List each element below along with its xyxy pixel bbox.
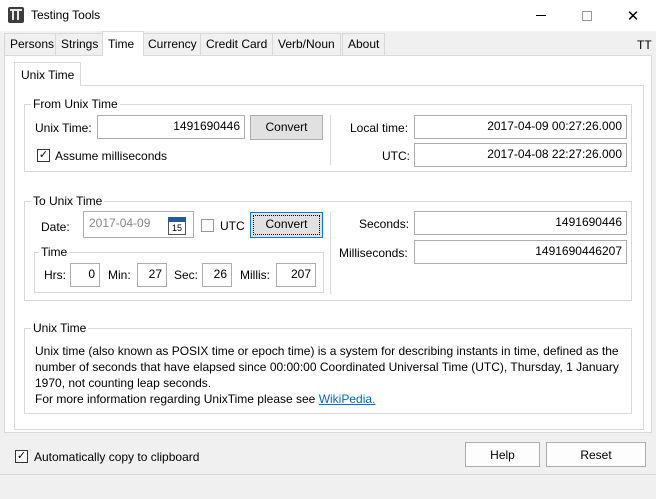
utc-checkbox-label: UTC <box>220 219 245 233</box>
unix-time-label: Unix Time: <box>35 121 92 135</box>
minimize-icon <box>536 15 546 16</box>
utc-checkbox[interactable] <box>201 219 214 232</box>
milliseconds-output[interactable]: 1491690446207 <box>414 240 627 264</box>
reset-button[interactable]: Reset <box>546 442 646 467</box>
local-time-label: Local time: <box>350 121 409 135</box>
help-button[interactable]: Help <box>465 442 540 467</box>
date-picker[interactable]: 2017-04-09 15 <box>83 211 194 238</box>
seconds-output[interactable]: 1491690446 <box>414 211 627 235</box>
description-line-2: number of seconds that have elapsed sinc… <box>35 360 619 374</box>
unix-description: Unix time (also known as POSIX time or e… <box>35 343 630 407</box>
unix-info-title: Unix Time <box>31 321 89 335</box>
hrs-input[interactable]: 0 <box>70 263 100 287</box>
tab-about[interactable]: About <box>342 33 386 55</box>
to-convert-button[interactable]: Convert <box>250 212 323 238</box>
seconds-label: Seconds: <box>359 217 410 231</box>
to-separator <box>330 212 331 294</box>
tab-persons[interactable]: Persons <box>4 33 61 55</box>
corner-label: TT <box>637 38 652 52</box>
local-time-output[interactable]: 2017-04-09 00:27:26.000 <box>414 115 627 139</box>
sec-label: Sec: <box>174 268 199 282</box>
tab-credit-card[interactable]: Credit Card <box>200 33 274 55</box>
auto-copy-checkbox[interactable]: ✓ <box>15 450 28 463</box>
subtab-unix-time[interactable]: Unix Time <box>14 62 82 86</box>
checkmark-icon: ✓ <box>38 149 49 161</box>
hrs-label: Hrs: <box>44 268 66 282</box>
minimize-button[interactable] <box>518 0 564 31</box>
more-info-line: For more information regarding UnixTime … <box>35 391 630 407</box>
status-divider <box>0 474 656 475</box>
from-unix-time-title: From Unix Time <box>31 97 120 111</box>
description-line-3: 1970, not counting leap seconds. <box>35 376 212 390</box>
more-info-prefix: For more information regarding UnixTime … <box>35 392 319 406</box>
window-title: Testing Tools <box>31 8 101 22</box>
app-icon <box>8 7 24 23</box>
calendar-icon[interactable]: 15 <box>168 217 186 235</box>
date-label: Date: <box>41 220 70 234</box>
assume-ms-label: Assume milliseconds <box>55 149 168 163</box>
tab-time[interactable]: Time <box>102 31 144 56</box>
from-convert-button[interactable]: Convert <box>250 115 323 140</box>
utc-label: UTC: <box>382 149 410 163</box>
assume-ms-checkbox[interactable]: ✓ <box>37 149 50 162</box>
maximize-icon <box>582 10 592 21</box>
wikipedia-link[interactable]: WikiPedia. <box>319 392 376 406</box>
tab-strings[interactable]: Strings <box>55 33 105 55</box>
focus-ring <box>253 215 320 235</box>
unix-time-input[interactable]: 1491690446 <box>97 115 245 139</box>
tab-verb-noun[interactable]: Verb/Noun <box>272 33 341 55</box>
millis-input[interactable]: 207 <box>276 263 316 287</box>
min-label: Min: <box>108 268 131 282</box>
millis-label: Millis: <box>240 268 270 282</box>
close-icon: ✕ <box>626 7 640 25</box>
maximize-button[interactable] <box>564 0 610 31</box>
utc-output[interactable]: 2017-04-08 22:27:26.000 <box>414 143 627 167</box>
description-line-1: Unix time (also known as POSIX time or e… <box>35 344 619 358</box>
checkmark-icon: ✓ <box>16 450 27 462</box>
from-separator <box>330 115 331 165</box>
min-input[interactable]: 27 <box>137 263 167 287</box>
close-button[interactable]: ✕ <box>610 0 656 31</box>
milliseconds-label: Milliseconds: <box>339 246 408 260</box>
to-unix-time-title: To Unix Time <box>31 194 105 208</box>
tab-currency[interactable]: Currency <box>142 33 203 55</box>
time-group-title: Time <box>39 245 70 259</box>
sec-input[interactable]: 26 <box>202 263 232 287</box>
auto-copy-label: Automatically copy to clipboard <box>34 450 200 464</box>
date-value: 2017-04-09 <box>89 216 151 230</box>
